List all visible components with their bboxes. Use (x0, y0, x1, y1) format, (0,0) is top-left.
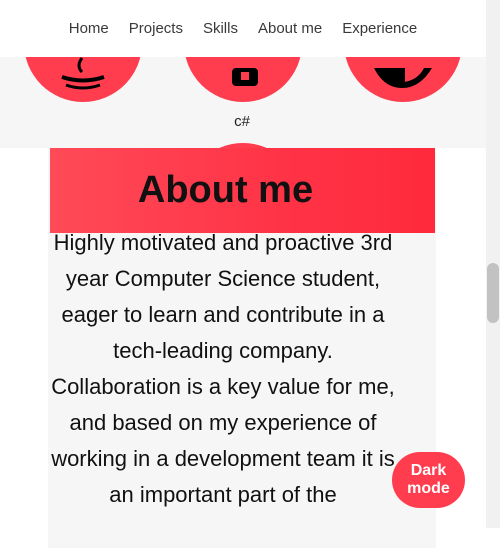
scrollbar-thumb[interactable] (487, 263, 499, 323)
skill-label: c# (234, 113, 250, 130)
about-description: Highly motivated and proactive 3rd year … (51, 230, 395, 507)
nav-projects-link[interactable]: Projects (119, 20, 193, 37)
nav-experience-link[interactable]: Experience (332, 20, 427, 37)
nav-about-link[interactable]: About me (248, 20, 332, 37)
java-icon (61, 57, 105, 90)
skill-csharp (184, 57, 302, 102)
about-header: About me (50, 148, 435, 233)
nav-home-link[interactable]: Home (59, 20, 119, 37)
skills-section: c# (0, 57, 486, 148)
skill-web (344, 57, 462, 102)
top-navigation: Home Projects Skills About me Experience (0, 0, 486, 57)
dark-mode-button[interactable]: Dark mode (392, 452, 465, 508)
csharp-icon (232, 68, 258, 86)
nav-skills-link[interactable]: Skills (193, 20, 248, 37)
skill-java (24, 57, 142, 102)
about-title: About me (137, 169, 314, 211)
globe-icon (374, 68, 432, 88)
